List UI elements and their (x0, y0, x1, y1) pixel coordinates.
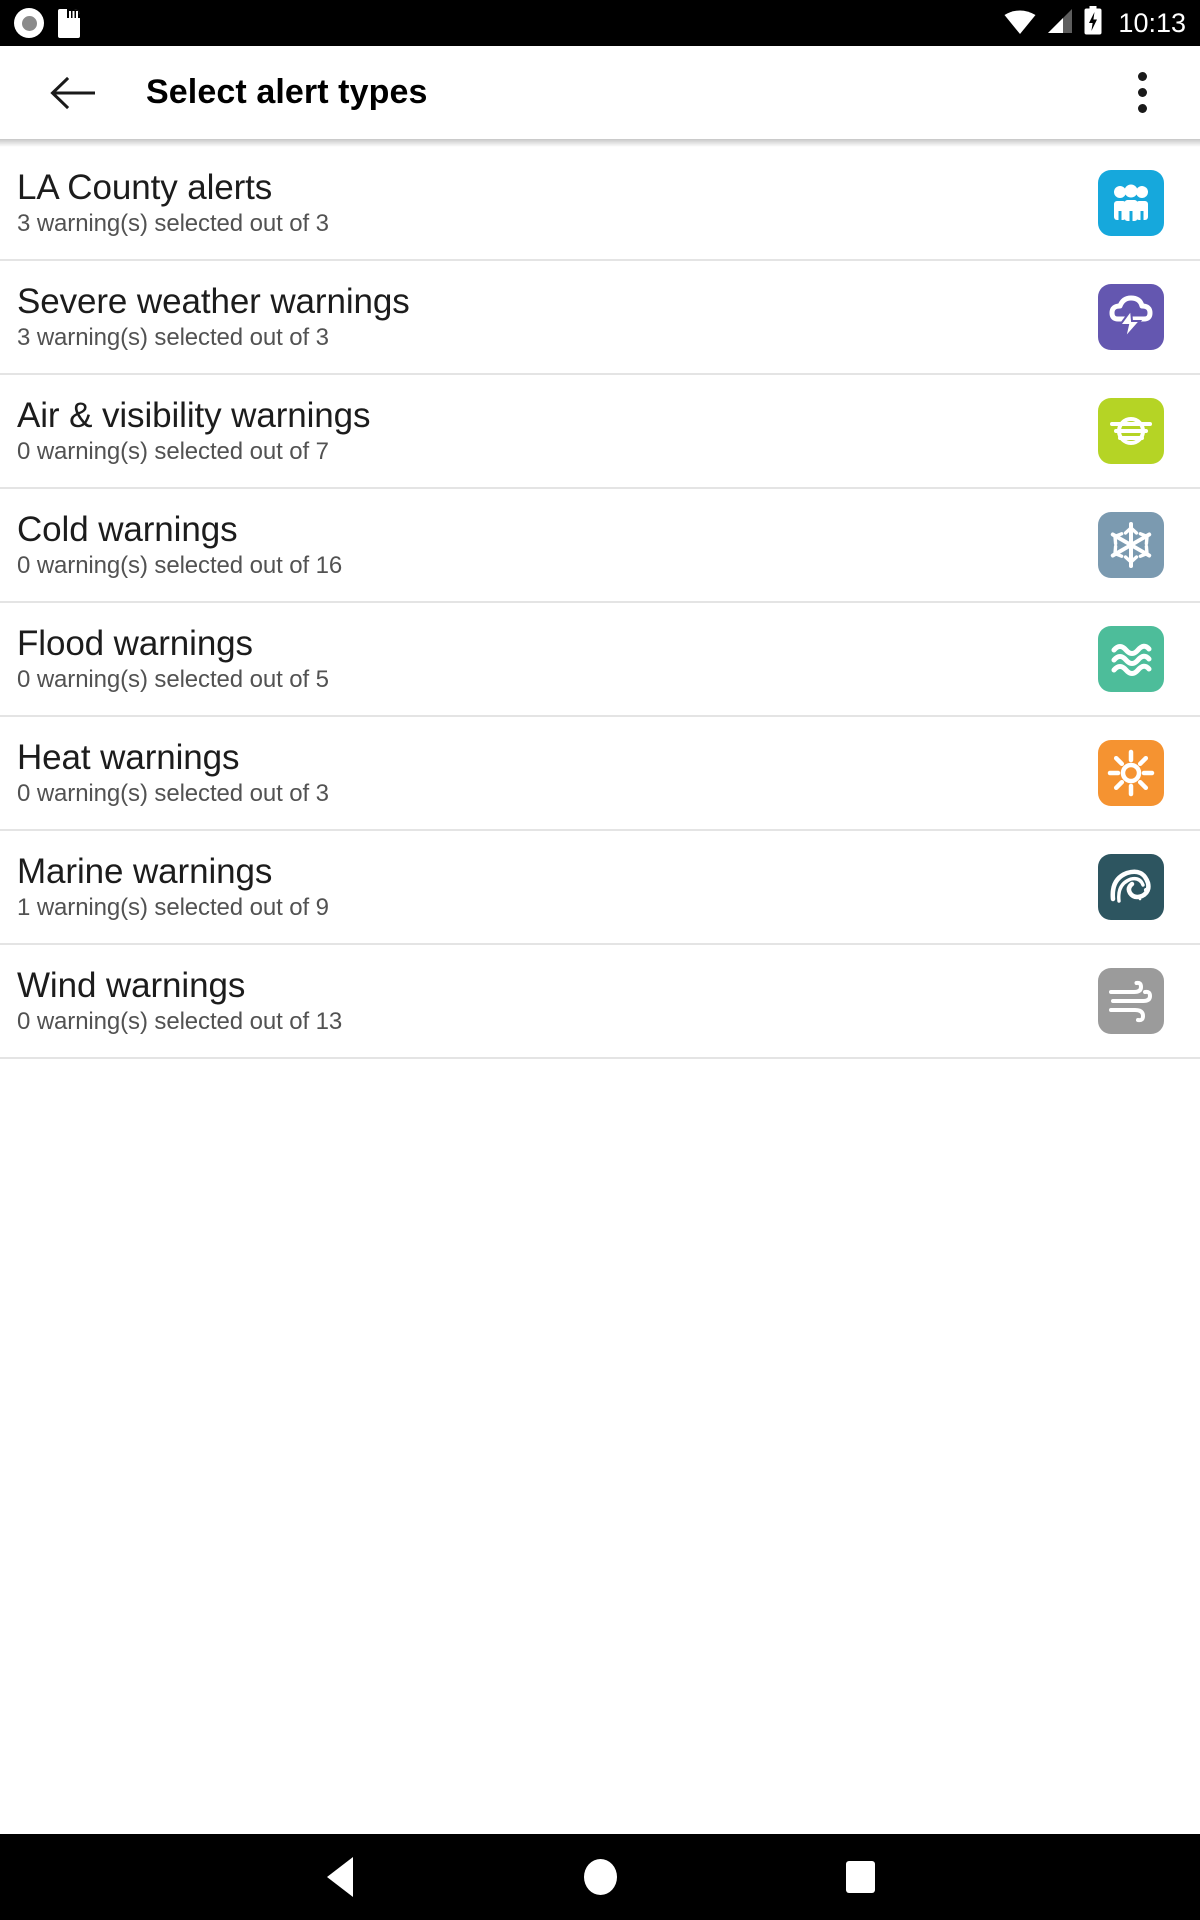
wind-icon (1098, 968, 1164, 1034)
list-item-subtitle: 0 warning(s) selected out of 7 (17, 437, 329, 465)
overflow-menu-icon-dot (1137, 88, 1147, 97)
water-waves-icon (1098, 626, 1164, 692)
list-item-subtitle: 0 warning(s) selected out of 3 (17, 779, 329, 807)
list-item-title: Cold warnings (17, 509, 238, 549)
list-item-subtitle: 0 warning(s) selected out of 16 (17, 551, 343, 579)
recents-square-icon (845, 1861, 875, 1893)
list-item-severe-weather-warnings[interactable]: Severe weather warnings 3 warning(s) sel… (0, 261, 1200, 375)
list-item-title: Severe weather warnings (17, 281, 410, 321)
list-item-text: Wind warnings 0 warning(s) selected out … (17, 966, 1080, 1037)
android-nav-bar (0, 1834, 1200, 1920)
battery-charging-icon (1083, 5, 1103, 41)
list-item-heat-warnings[interactable]: Heat warnings 0 warning(s) selected out … (0, 717, 1200, 831)
list-item-marine-warnings[interactable]: Marine warnings 1 warning(s) selected ou… (0, 831, 1200, 945)
app-screen: 10:13 Select alert types LA County alert… (0, 0, 1200, 1920)
list-item-subtitle: 0 warning(s) selected out of 13 (17, 1007, 343, 1035)
app-bar-shadow (0, 139, 1200, 147)
list-item-air-visibility-warnings[interactable]: Air & visibility warnings 0 warning(s) s… (0, 375, 1200, 489)
list-item-title: Air & visibility warnings (17, 395, 371, 435)
list-item-text: Heat warnings 0 warning(s) selected out … (17, 738, 1080, 809)
sun-icon (1098, 740, 1164, 806)
list-item-title: Flood warnings (17, 623, 253, 663)
nav-back-button[interactable] (295, 1834, 385, 1920)
home-circle-icon (583, 1859, 617, 1895)
status-bar-clock: 10:13 (1118, 7, 1186, 38)
page-title: Select alert types (146, 73, 428, 111)
thunderstorm-cloud-icon (1098, 284, 1164, 350)
list-item-flood-warnings[interactable]: Flood warnings 0 warning(s) selected out… (0, 603, 1200, 717)
back-arrow-icon (50, 76, 95, 109)
screen-record-icon (14, 8, 44, 38)
status-bar-left-icons (14, 8, 1003, 38)
list-item-title: LA County alerts (17, 167, 273, 207)
back-triangle-icon (327, 1857, 353, 1897)
alert-types-list: LA County alerts 3 warning(s) selected o… (0, 139, 1200, 1059)
overflow-menu-icon-dot (1137, 104, 1147, 113)
status-bar: 10:13 (0, 0, 1200, 46)
list-item-title: Marine warnings (17, 851, 273, 891)
list-item-subtitle: 3 warning(s) selected out of 3 (17, 209, 329, 237)
list-item-text: LA County alerts 3 warning(s) selected o… (17, 168, 1080, 239)
haze-fog-icon (1098, 398, 1164, 464)
list-item-cold-warnings[interactable]: Cold warnings 0 warning(s) selected out … (0, 489, 1200, 603)
overflow-menu-icon-dot (1137, 72, 1147, 81)
snowflake-icon (1098, 512, 1164, 578)
list-item-text: Cold warnings 0 warning(s) selected out … (17, 510, 1080, 581)
cellular-signal-icon (1046, 7, 1074, 40)
app-bar: Select alert types (0, 46, 1200, 139)
list-item-text: Air & visibility warnings 0 warning(s) s… (17, 396, 1080, 467)
status-bar-right-icons: 10:13 (1003, 5, 1186, 41)
list-item-subtitle: 3 warning(s) selected out of 3 (17, 323, 329, 351)
list-item-la-county-alerts[interactable]: LA County alerts 3 warning(s) selected o… (0, 147, 1200, 261)
overflow-menu-button[interactable] (1114, 58, 1170, 128)
list-item-text: Marine warnings 1 warning(s) selected ou… (17, 852, 1080, 923)
list-item-subtitle: 0 warning(s) selected out of 5 (17, 665, 329, 693)
wifi-icon (1003, 7, 1037, 40)
sd-card-icon (58, 8, 80, 38)
list-item-text: Severe weather warnings 3 warning(s) sel… (17, 282, 1080, 353)
nav-recents-button[interactable] (815, 1834, 905, 1920)
list-item-title: Heat warnings (17, 737, 240, 777)
list-item-title: Wind warnings (17, 965, 246, 1005)
ocean-wave-icon (1098, 854, 1164, 920)
back-button[interactable] (44, 64, 102, 122)
list-item-subtitle: 1 warning(s) selected out of 9 (17, 893, 329, 921)
list-item-wind-warnings[interactable]: Wind warnings 0 warning(s) selected out … (0, 945, 1200, 1059)
group-people-icon (1098, 170, 1164, 236)
list-item-text: Flood warnings 0 warning(s) selected out… (17, 624, 1080, 695)
nav-home-button[interactable] (555, 1834, 645, 1920)
